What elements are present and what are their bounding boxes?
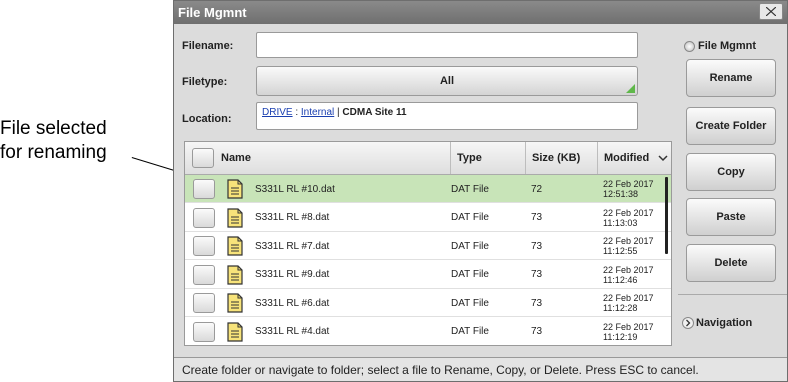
close-button[interactable] <box>759 3 783 20</box>
table-row[interactable]: S331L RL #10.dat DAT File 72 22 Feb 2017 12:… <box>185 175 671 203</box>
chevron-right-icon <box>682 317 694 329</box>
table-row[interactable]: S331L RL #6.dat DAT File 73 22 Feb 2017 11:1… <box>185 289 671 317</box>
file-type: DAT File <box>451 326 489 337</box>
location-path: DRIVE : Internal | CDMA Site 11 <box>262 107 407 118</box>
table-row[interactable]: S331L RL #9.dat DAT File 73 22 Feb 2017 11:1… <box>185 261 671 289</box>
row-checkbox[interactable] <box>193 179 215 199</box>
filename-label: Filename: <box>182 40 234 52</box>
location-folder: CDMA Site 11 <box>342 107 407 118</box>
row-checkbox[interactable] <box>193 207 215 228</box>
file-modified: 22 Feb 2017 11:12:19 <box>603 318 654 346</box>
modified-time: 11:12:46 <box>603 274 638 285</box>
modified-date: 22 Feb 2017 <box>603 236 654 246</box>
location-separator: : <box>292 107 301 118</box>
file-size: 73 <box>531 240 543 252</box>
table-header: Name Type Size (KB) Modified <box>185 142 671 175</box>
row-checkbox[interactable] <box>193 264 215 285</box>
file-name: S331L RL #10.dat <box>255 183 335 195</box>
status-text: Create folder or navigate to folder; sel… <box>182 363 699 377</box>
modified-date: 22 Feb 2017 <box>603 321 654 332</box>
file-modified: 22 Feb 2017 11:12:28 <box>603 289 654 317</box>
column-header-size[interactable]: Size (KB) <box>525 142 597 174</box>
row-checkbox[interactable] <box>193 293 215 313</box>
row-checkbox[interactable] <box>193 236 215 256</box>
file-size: 73 <box>531 297 543 309</box>
modified-date: 22 Feb 2017 <box>603 293 654 303</box>
callout-line-2: for renaming <box>0 142 107 163</box>
row-checkbox[interactable] <box>193 321 215 342</box>
file-icon <box>227 321 243 342</box>
file-mgmnt-window: File Mgmnt Filename: Filetype: All Locat… <box>173 0 788 382</box>
file-name: S331L RL #4.dat <box>255 326 330 337</box>
select-all-checkbox[interactable] <box>192 148 214 168</box>
file-size: 72 <box>531 183 543 195</box>
modified-time: 11:12:19 <box>603 331 638 342</box>
modified-date: 22 Feb 2017 <box>603 264 654 275</box>
modified-time: 11:12:28 <box>603 303 638 313</box>
file-name: S331L RL #8.dat <box>255 212 330 223</box>
file-type: DAT File <box>451 240 489 252</box>
file-modified: 22 Feb 2017 11:12:55 <box>603 232 654 260</box>
delete-button[interactable]: Delete <box>686 244 776 282</box>
file-table: Name Type Size (KB) Modified S331L RL #1… <box>184 141 672 346</box>
navigation-button[interactable]: Navigation <box>682 313 752 333</box>
location-field: DRIVE : Internal | CDMA Site 11 <box>256 102 638 130</box>
file-modified: 22 Feb 2017 11:13:03 <box>603 204 654 232</box>
sidebar-header: File Mgmnt <box>698 40 757 52</box>
table-row[interactable]: S331L RL #8.dat DAT File 73 22 Feb 2017 11:1… <box>185 204 671 232</box>
chevron-down-icon <box>658 154 668 161</box>
file-icon <box>227 293 243 313</box>
table-row[interactable]: S331L RL #4.dat DAT File 73 22 Feb 2017 11:1… <box>185 318 671 346</box>
file-icon <box>227 264 243 285</box>
file-name: S331L RL #7.dat <box>255 240 330 252</box>
file-size: 73 <box>531 326 543 337</box>
navigation-label: Navigation <box>696 317 753 329</box>
create-folder-button[interactable]: Create Folder <box>686 107 776 145</box>
rename-button[interactable]: Rename <box>686 59 776 97</box>
file-type: DAT File <box>451 212 489 223</box>
location-internal-link[interactable]: Internal <box>301 107 334 118</box>
file-size: 73 <box>531 212 543 223</box>
file-type: DAT File <box>451 183 489 195</box>
modified-date: 22 Feb 2017 <box>603 207 654 218</box>
file-size: 73 <box>531 269 543 280</box>
paste-button[interactable]: Paste <box>686 198 776 236</box>
file-name: S331L RL #9.dat <box>255 269 330 280</box>
file-mgmnt-radio-icon <box>684 41 695 52</box>
modified-time: 12:51:38 <box>603 189 639 199</box>
window-title: File Mgmnt <box>178 5 247 20</box>
vertical-scrollbar[interactable] <box>665 177 668 254</box>
column-header-name[interactable]: Name <box>215 142 450 174</box>
column-header-modified[interactable]: Modified <box>597 142 671 174</box>
copy-button[interactable]: Copy <box>686 153 776 191</box>
status-bar: Create folder or navigate to folder; sel… <box>174 357 787 381</box>
file-modified: 22 Feb 2017 12:51:38 <box>603 175 654 203</box>
file-modified: 22 Feb 2017 11:12:46 <box>603 261 654 289</box>
table-row[interactable]: S331L RL #7.dat DAT File 73 22 Feb 2017 11:1… <box>185 232 671 260</box>
modified-time: 11:13:03 <box>603 217 638 228</box>
filetype-label: Filetype: <box>182 76 228 88</box>
modified-date: 22 Feb 2017 <box>603 179 654 189</box>
close-icon <box>766 7 776 16</box>
sidebar-divider <box>678 294 787 295</box>
location-drive-link[interactable]: DRIVE <box>262 107 293 118</box>
file-type: DAT File <box>451 269 489 280</box>
dropdown-indicator-icon <box>626 84 635 93</box>
file-icon <box>227 207 243 228</box>
file-icon <box>227 236 243 256</box>
location-label: Location: <box>182 113 232 125</box>
filetype-select[interactable]: All <box>256 66 638 96</box>
column-header-type[interactable]: Type <box>450 142 525 174</box>
callout-line-1: File selected <box>0 118 107 139</box>
modified-time: 11:12:55 <box>603 246 638 256</box>
file-type: DAT File <box>451 297 489 309</box>
file-icon <box>227 179 243 199</box>
filetype-value: All <box>439 75 455 87</box>
file-name: S331L RL #6.dat <box>255 297 330 309</box>
title-bar: File Mgmnt <box>174 1 787 24</box>
filename-input[interactable] <box>256 32 638 58</box>
